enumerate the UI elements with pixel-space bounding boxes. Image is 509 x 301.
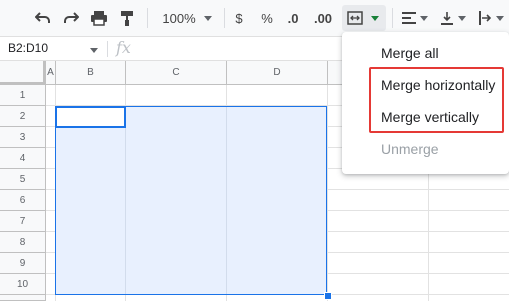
- selection-gridline: [125, 107, 126, 294]
- redo-icon[interactable]: [60, 8, 82, 28]
- menu-item-unmerge: Unmerge: [381, 141, 439, 157]
- increase-decimal-button[interactable]: .00: [312, 8, 334, 28]
- zoom-value: 100%: [162, 10, 196, 26]
- row-header[interactable]: 9: [0, 253, 46, 274]
- decrease-decimal-label: .0: [287, 10, 299, 26]
- selection-gridline: [226, 107, 227, 294]
- name-box[interactable]: B2:D10: [8, 41, 48, 55]
- row-header[interactable]: 2: [0, 106, 46, 127]
- horizontal-align-button[interactable]: [400, 8, 430, 28]
- undo-icon[interactable]: [32, 8, 54, 28]
- menu-item-merge-all[interactable]: Merge all: [381, 45, 439, 61]
- increase-decimal-label: .00: [313, 10, 333, 26]
- chevron-down-icon: [420, 15, 428, 21]
- align-left-icon: [402, 12, 416, 24]
- column-header-d[interactable]: D: [227, 61, 328, 85]
- align-bottom-icon: [441, 12, 453, 25]
- row-header[interactable]: 3: [0, 127, 46, 148]
- chevron-down-icon: [496, 15, 504, 21]
- currency-button[interactable]: $: [230, 8, 248, 28]
- vertical-align-button[interactable]: [438, 8, 468, 28]
- column-gridline: [327, 85, 328, 301]
- toolbar-divider: [392, 8, 393, 28]
- highlight-box: [369, 67, 504, 133]
- column-header-b[interactable]: B: [56, 61, 126, 85]
- fx-icon: fx: [116, 38, 131, 57]
- formula-bar-divider: [107, 41, 108, 57]
- selected-range[interactable]: [55, 106, 327, 295]
- text-wrapping-button[interactable]: [476, 8, 506, 28]
- toolbar-divider: [147, 8, 148, 28]
- select-all-corner[interactable]: [0, 61, 46, 85]
- decrease-decimal-button[interactable]: .0: [283, 8, 303, 28]
- row-header[interactable]: [0, 295, 46, 301]
- zoom-select[interactable]: 100%: [156, 8, 218, 28]
- row-header[interactable]: 4: [0, 148, 46, 169]
- row-header[interactable]: 8: [0, 232, 46, 253]
- row-header[interactable]: 10: [0, 274, 46, 295]
- chevron-down-icon: [458, 15, 466, 21]
- row-header[interactable]: 5: [0, 169, 46, 190]
- merge-cells-icon: [346, 8, 364, 28]
- row-header[interactable]: 7: [0, 211, 46, 232]
- column-header-a[interactable]: A: [46, 61, 56, 85]
- fill-handle[interactable]: [324, 292, 332, 300]
- active-cell[interactable]: [55, 106, 126, 128]
- print-icon[interactable]: [88, 8, 110, 28]
- toolbar-divider: [224, 8, 225, 28]
- wrap-overflow-icon: [479, 11, 492, 25]
- toolbar: 100% $ % .0 .00: [0, 0, 509, 36]
- paint-format-icon[interactable]: [116, 8, 138, 28]
- row-header[interactable]: 6: [0, 190, 46, 211]
- merge-dropdown-toggle[interactable]: [369, 8, 381, 28]
- row-header[interactable]: 1: [0, 85, 46, 106]
- percent-button[interactable]: %: [258, 8, 276, 28]
- chevron-down-icon: [203, 15, 212, 21]
- column-header-c[interactable]: C: [126, 61, 227, 85]
- chevron-down-icon: [371, 15, 379, 21]
- chevron-down-icon[interactable]: [90, 48, 98, 53]
